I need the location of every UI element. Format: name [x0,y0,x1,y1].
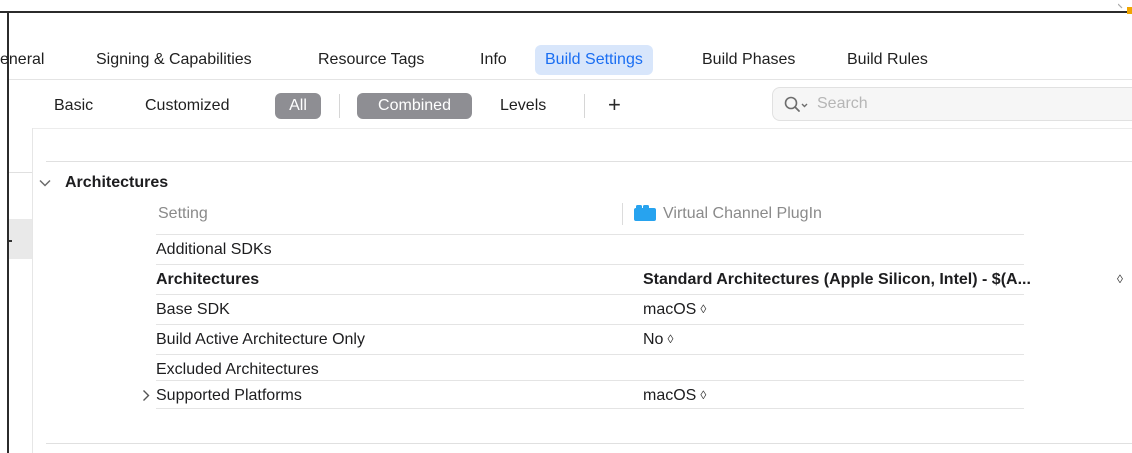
setting-value-container[interactable]: macOS ◊ [643,295,706,324]
setting-label: Base SDK [156,301,230,318]
targets-panel-separator [9,172,32,173]
setting-label: Architectures [156,271,260,288]
target-bundle-icon [634,205,656,221]
corner-indicator-icon [1118,3,1132,14]
filter-basic[interactable]: Basic [54,94,93,118]
chevron-right-icon[interactable] [140,389,152,402]
setting-value[interactable]: Standard Architectures (Apple Silicon, I… [643,265,1031,294]
targets-panel-marker [9,240,12,242]
popup-stepper-icon[interactable]: ◊ [667,325,673,354]
filter-levels[interactable]: Levels [500,94,546,118]
tab-general[interactable]: eneral [0,45,44,75]
setting-value[interactable]: macOS [643,387,696,404]
setting-row-additional-sdks[interactable]: Additional SDKs [156,235,1132,264]
setting-label: Supported Platforms [156,387,302,404]
row-divider [156,408,1024,409]
search-icon[interactable] [783,95,811,115]
add-setting-button[interactable]: + [608,90,621,120]
setting-value[interactable]: macOS [643,301,696,318]
filter-separator [584,94,585,118]
filter-customized[interactable]: Customized [145,94,229,118]
setting-value-container[interactable]: No ◊ [643,325,673,354]
setting-value-container[interactable]: macOS ◊ [643,381,706,410]
targets-panel-selected-item[interactable] [9,219,32,259]
column-header-setting: Setting [158,205,208,222]
popup-stepper-icon[interactable]: ◊ [700,295,706,324]
setting-row-supported-platforms[interactable]: Supported Platforms macOS ◊ [143,381,1132,410]
tab-resource-tags[interactable]: Resource Tags [318,45,424,75]
tab-signing-capabilities[interactable]: Signing & Capabilities [96,45,252,75]
popup-stepper-icon[interactable]: ◊ [1117,265,1123,294]
settings-filter-bar: Basic Customized All Combined Levels + [32,80,1132,129]
setting-row-architectures[interactable]: Architectures Standard Architectures (Ap… [156,265,1132,294]
setting-label: Build Active Architecture Only [156,331,365,348]
column-divider [622,203,623,225]
search-input[interactable] [817,92,1117,116]
column-header-target: Virtual Channel PlugIn [663,205,822,222]
chevron-down-icon[interactable] [38,176,52,190]
targets-panel-divider [32,128,33,453]
tab-build-rules[interactable]: Build Rules [847,45,928,75]
filter-all[interactable]: All [275,93,321,119]
section-divider [46,443,1132,444]
filter-combined[interactable]: Combined [357,93,472,119]
tab-build-phases[interactable]: Build Phases [702,45,795,75]
setting-row-build-active-architecture-only[interactable]: Build Active Architecture Only No ◊ [156,325,1132,354]
setting-row-base-sdk[interactable]: Base SDK macOS ◊ [156,295,1132,324]
editor-tab-bar: eneral Signing & Capabilities Resource T… [0,13,1132,80]
popup-stepper-icon[interactable]: ◊ [700,381,706,410]
tab-build-settings[interactable]: Build Settings [535,45,653,75]
setting-label: Additional SDKs [156,241,272,258]
setting-value[interactable]: No [643,331,663,348]
filter-separator [339,94,340,118]
search-field[interactable] [772,87,1132,121]
section-divider [46,161,1132,162]
section-title: Architectures [65,174,169,191]
tab-info[interactable]: Info [480,45,507,75]
xcode-build-settings-window: eneral Signing & Capabilities Resource T… [0,0,1132,453]
